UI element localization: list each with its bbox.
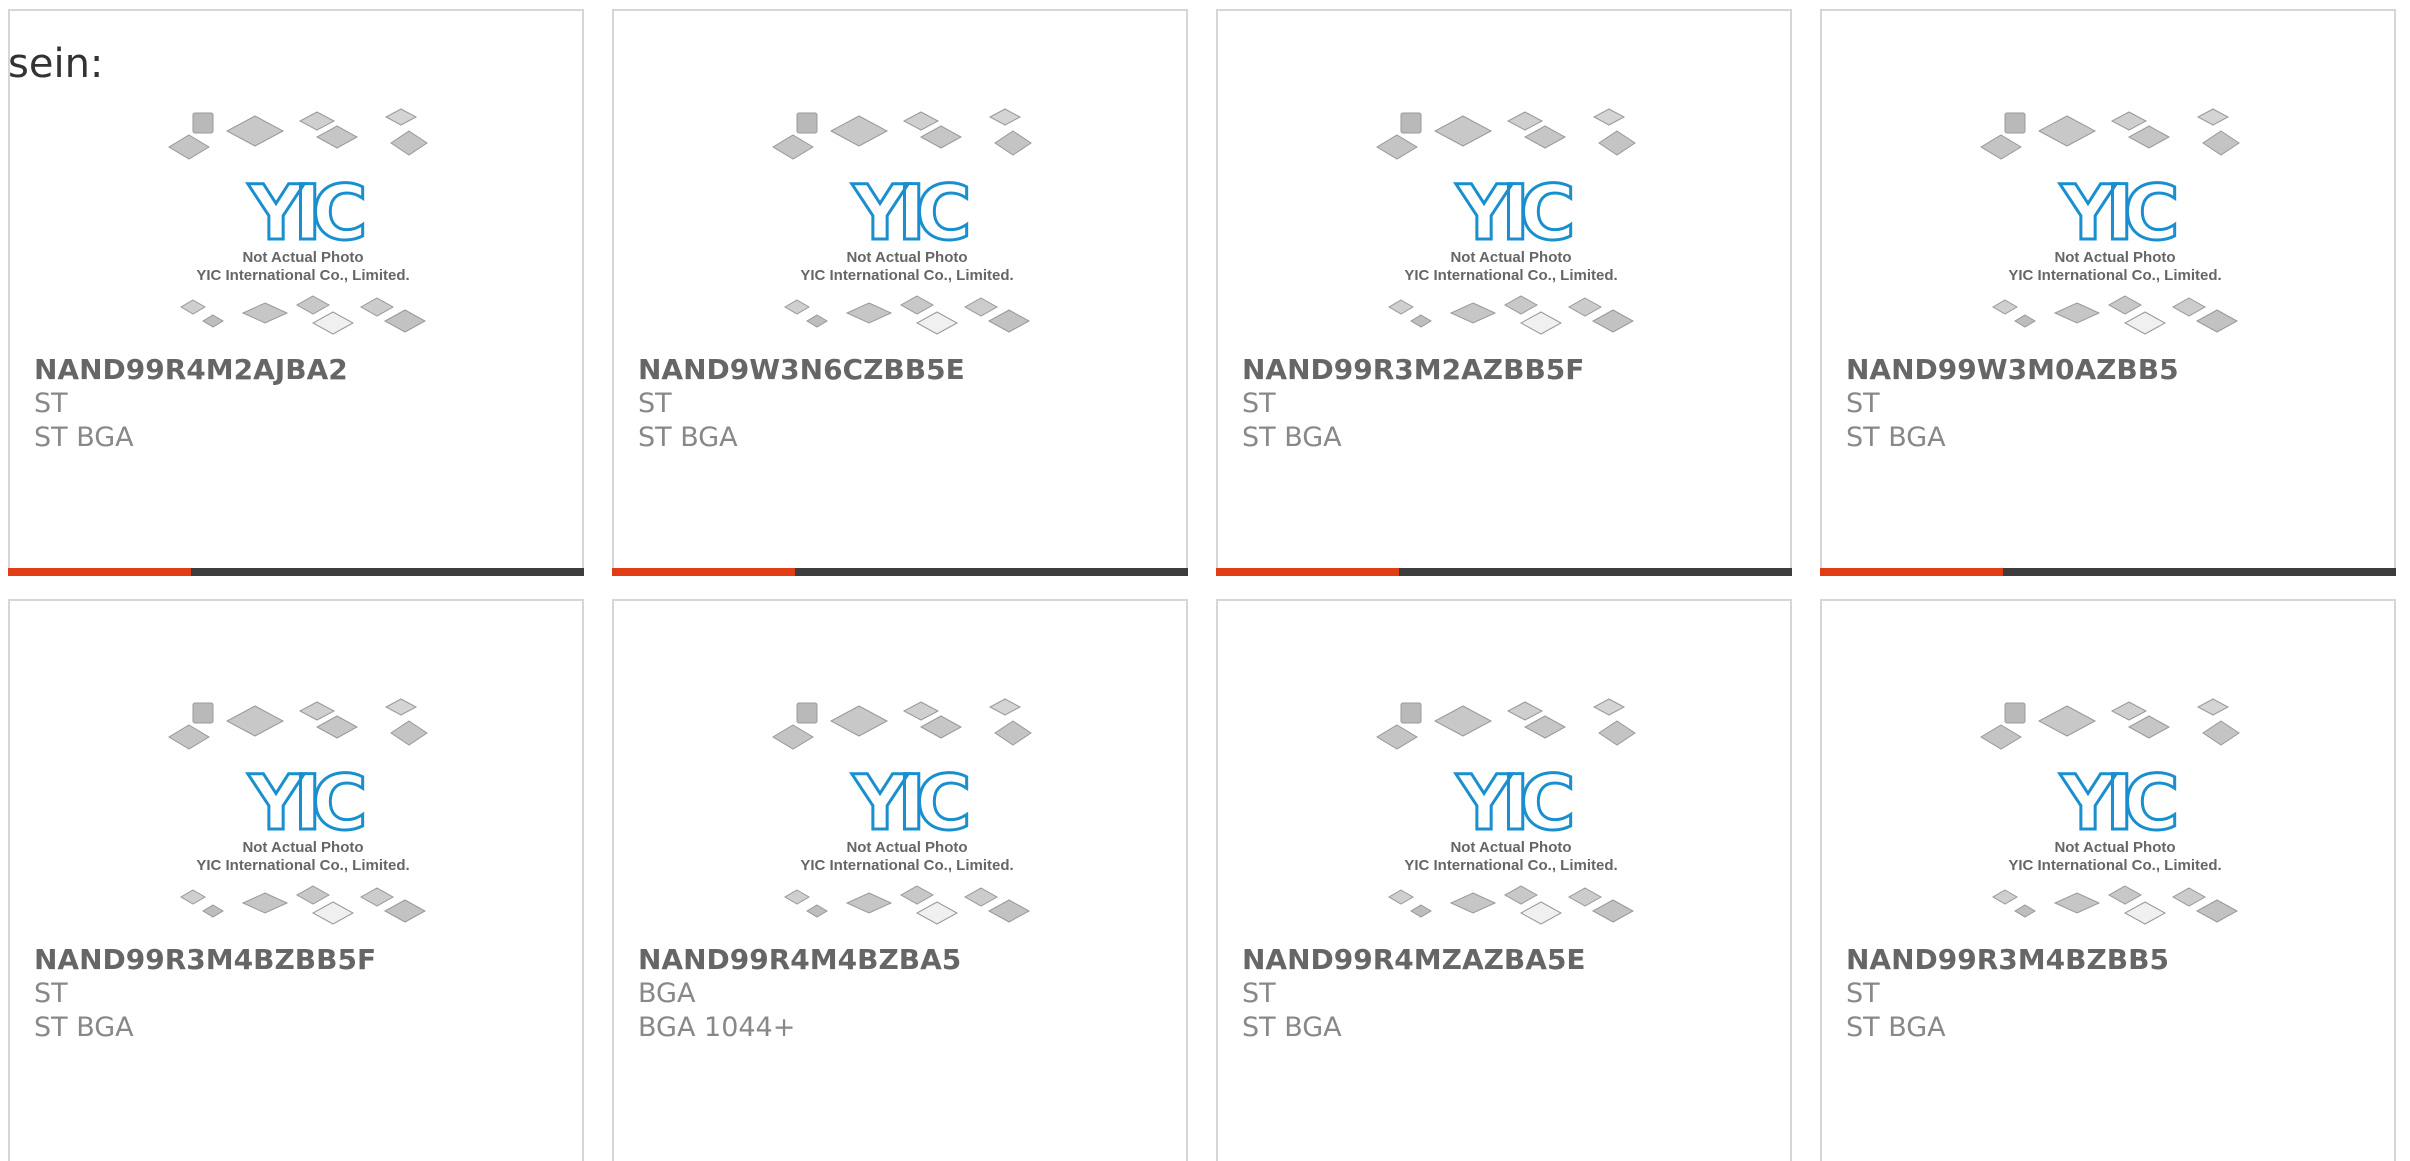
- photo-caption-line1: Not Actual Photo: [2054, 249, 2175, 266]
- photo-caption-line1: Not Actual Photo: [846, 249, 967, 266]
- product-card[interactable]: YIC Not Actual Photo YIC International Co.…: [612, 599, 1188, 1161]
- placeholder-photo-graphic: YICNot Actual PhotoYIC International Co.…: [1980, 698, 2240, 925]
- photo-caption-line2: YIC International Co., Limited.: [2008, 857, 2221, 874]
- placeholder-photo: YIC Not Actual Photo YIC International Co.…: [1977, 689, 2253, 927]
- photo-caption-line2: YIC International Co., Limited.: [196, 267, 409, 284]
- yic-logo: YIC: [2059, 758, 2174, 847]
- product-info: NAND99R3M4BZBB5F ST ST BGA: [34, 943, 566, 1045]
- manufacturer: ST: [1846, 388, 1880, 419]
- photo-caption-line1: Not Actual Photo: [1450, 839, 1571, 856]
- package-type: ST BGA: [1242, 422, 1342, 453]
- manufacturer: ST: [1242, 388, 1276, 419]
- photo-caption-line2: YIC International Co., Limited.: [196, 857, 409, 874]
- manufacturer: ST: [638, 388, 672, 419]
- package-type: ST BGA: [1846, 422, 1946, 453]
- photo-caption-line1: Not Actual Photo: [2054, 839, 2175, 856]
- part-number[interactable]: NAND9W3N6CZBB5E: [638, 353, 1170, 387]
- placeholder-photo-graphic: YICNot Actual PhotoYIC International Co.…: [168, 698, 428, 925]
- manufacturer: ST: [34, 388, 68, 419]
- part-number[interactable]: NAND99R3M4BZBB5F: [34, 943, 566, 977]
- placeholder-photo-graphic: YICNot Actual PhotoYIC International Co.…: [168, 108, 428, 335]
- yic-logo: YIC: [2059, 168, 2174, 257]
- photo-caption-line1: Not Actual Photo: [242, 839, 363, 856]
- manufacturer: BGA: [638, 978, 696, 1009]
- placeholder-photo-graphic: YICNot Actual PhotoYIC International Co.…: [772, 108, 1032, 335]
- placeholder-photo-graphic: YICNot Actual PhotoYIC International Co.…: [772, 698, 1032, 925]
- product-info: NAND99R4M2AJBA2 ST ST BGA: [34, 353, 566, 455]
- product-info: NAND99W3M0AZBB5 ST ST BGA: [1846, 353, 2378, 455]
- placeholder-photo-graphic: YICNot Actual PhotoYIC International Co.…: [1376, 698, 1636, 925]
- part-number[interactable]: NAND99R4M4BZBA5: [638, 943, 1170, 977]
- yic-logo: YIC: [851, 758, 966, 847]
- yic-logo: YIC: [851, 168, 966, 257]
- part-number[interactable]: NAND99R4MZAZBA5E: [1242, 943, 1774, 977]
- photo-caption-line2: YIC International Co., Limited.: [800, 857, 1013, 874]
- placeholder-photo: YIC Not Actual Photo YIC International Co.…: [1373, 99, 1649, 337]
- product-info: NAND99R4M4BZBA5 BGA BGA 1044+: [638, 943, 1170, 1045]
- card-bottom-bar: [612, 568, 1188, 576]
- yic-logo: YIC: [1455, 168, 1570, 257]
- card-bottom-bar: [1216, 568, 1792, 576]
- section-heading: sein:: [8, 41, 104, 87]
- package-type: ST BGA: [1242, 1012, 1342, 1043]
- photo-caption-line1: Not Actual Photo: [242, 249, 363, 266]
- photo-caption-line2: YIC International Co., Limited.: [2008, 267, 2221, 284]
- product-info: NAND99R3M4BZBB5 ST ST BGA: [1846, 943, 2378, 1045]
- package-type: ST BGA: [34, 422, 134, 453]
- product-card[interactable]: YIC Not Actual Photo YIC International Co.…: [8, 599, 584, 1161]
- photo-caption-line2: YIC International Co., Limited.: [1404, 267, 1617, 284]
- part-number[interactable]: NAND99W3M0AZBB5: [1846, 353, 2378, 387]
- package-type: BGA 1044+: [638, 1012, 796, 1043]
- placeholder-photo: YIC Not Actual Photo YIC International Co.…: [769, 689, 1045, 927]
- manufacturer: ST: [34, 978, 68, 1009]
- placeholder-photo: YIC Not Actual Photo YIC International Co.…: [165, 99, 441, 337]
- placeholder-photo-graphic: YICNot Actual PhotoYIC International Co.…: [1980, 108, 2240, 335]
- placeholder-photo: YIC Not Actual Photo YIC International Co.…: [165, 689, 441, 927]
- card-accent: [8, 568, 191, 576]
- photo-caption-line2: YIC International Co., Limited.: [800, 267, 1013, 284]
- product-info: NAND99R3M2AZBB5F ST ST BGA: [1242, 353, 1774, 455]
- package-type: ST BGA: [1846, 1012, 1946, 1043]
- yic-logo: YIC: [1455, 758, 1570, 847]
- part-number[interactable]: NAND99R3M4BZBB5: [1846, 943, 2378, 977]
- placeholder-photo: YIC Not Actual Photo YIC International Co.…: [1373, 689, 1649, 927]
- placeholder-photo: YIC Not Actual Photo YIC International Co.…: [769, 99, 1045, 337]
- photo-caption-line2: YIC International Co., Limited.: [1404, 857, 1617, 874]
- photo-caption-line1: Not Actual Photo: [1450, 249, 1571, 266]
- manufacturer: ST: [1242, 978, 1276, 1009]
- part-number[interactable]: NAND99R3M2AZBB5F: [1242, 353, 1774, 387]
- product-card[interactable]: YIC Not Actual Photo YIC International Co.…: [1216, 9, 1792, 576]
- package-type: ST BGA: [34, 1012, 134, 1043]
- product-info: NAND9W3N6CZBB5E ST ST BGA: [638, 353, 1170, 455]
- product-card[interactable]: YIC Not Actual Photo YIC International Co.…: [8, 9, 584, 576]
- package-type: ST BGA: [638, 422, 738, 453]
- placeholder-photo-graphic: YICNot Actual PhotoYIC International Co.…: [1376, 108, 1636, 335]
- product-card[interactable]: YIC Not Actual Photo YIC International Co.…: [1216, 599, 1792, 1161]
- photo-caption-line1: Not Actual Photo: [846, 839, 967, 856]
- card-accent: [612, 568, 795, 576]
- placeholder-photo: YIC Not Actual Photo YIC International Co.…: [1977, 99, 2253, 337]
- product-info: NAND99R4MZAZBA5E ST ST BGA: [1242, 943, 1774, 1045]
- card-accent: [1820, 568, 2003, 576]
- card-accent: [1216, 568, 1399, 576]
- product-card[interactable]: YIC Not Actual Photo YIC International Co.…: [612, 9, 1188, 576]
- card-bottom-bar: [1820, 568, 2396, 576]
- product-card[interactable]: YIC Not Actual Photo YIC International Co.…: [1820, 599, 2396, 1161]
- card-bottom-bar: [8, 568, 584, 576]
- yic-logo: YIC: [247, 168, 362, 257]
- product-card[interactable]: YIC Not Actual Photo YIC International Co.…: [1820, 9, 2396, 576]
- yic-logo: YIC: [247, 758, 362, 847]
- product-listing-page: sein: YIC Not Actual Photo YIC Internation…: [0, 0, 2410, 1161]
- part-number[interactable]: NAND99R4M2AJBA2: [34, 353, 566, 387]
- manufacturer: ST: [1846, 978, 1880, 1009]
